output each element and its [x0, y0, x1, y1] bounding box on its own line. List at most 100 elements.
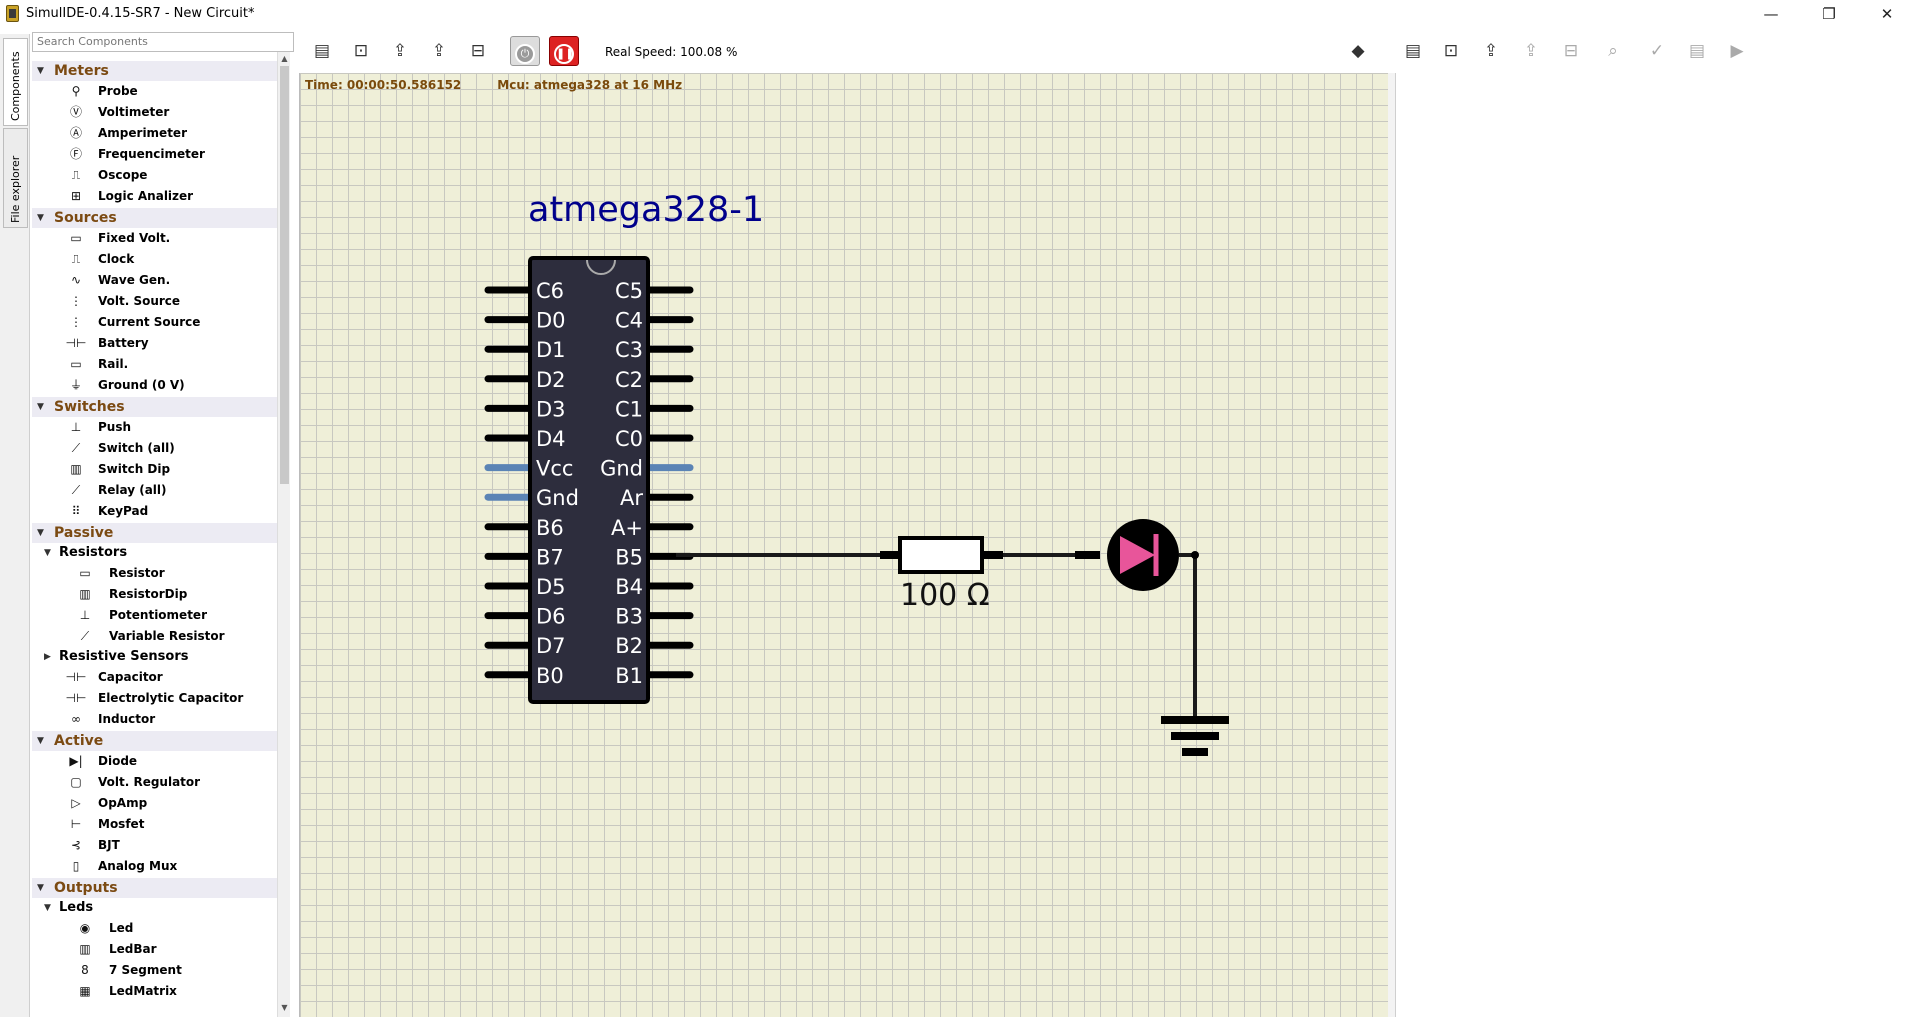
logic-analizer-icon: ⊞ [70, 189, 82, 203]
item-label: Relay (all) [98, 483, 167, 497]
list-item[interactable]: ⊣⊢ Battery [32, 333, 277, 354]
category-switches[interactable]: ▼ Switches [32, 397, 277, 417]
category-outputs[interactable]: ▼ Outputs [32, 878, 277, 898]
list-item[interactable]: ⟋ Relay (all) [32, 480, 277, 501]
scroll-up-icon[interactable]: ▲ [279, 54, 290, 66]
editor-upload-icon[interactable]: ▤ [1682, 36, 1712, 66]
editor-new-icon[interactable]: ▤ [1398, 36, 1428, 66]
item-label: Clock [98, 252, 135, 266]
editor-toolbar: ▤ ⊡ ⇪ ⇪ ⊟ ⌕ ✓ ▤ ▶ [1398, 34, 1920, 70]
minimize-button[interactable]: — [1742, 0, 1800, 28]
pin-label: D1 [536, 338, 566, 362]
list-item[interactable]: ⋮ Current Source [32, 312, 277, 333]
list-item[interactable]: ▷ OpAmp [32, 793, 277, 814]
list-item[interactable]: ⊰ BJT [32, 835, 277, 856]
list-item[interactable]: ⊥ Push [32, 417, 277, 438]
list-item[interactable]: 8 7 Segment [32, 960, 277, 981]
subcategory-resistive-sensors[interactable]: ▶ Resistive Sensors [32, 647, 277, 667]
list-item[interactable]: ▭ Resistor [32, 563, 277, 584]
bjt-icon: ⊰ [70, 838, 82, 852]
pin-label: D5 [536, 575, 566, 599]
category-meters[interactable]: ▼ Meters [32, 61, 277, 81]
components-panel: Search Components ▼ Meters ⚲ Probe Ⓥ Voltim… [30, 32, 294, 1017]
editor-save-as-icon[interactable]: ⊟ [1556, 36, 1586, 66]
list-item[interactable]: ▦ LedMatrix [32, 981, 277, 1002]
clock-icon: ⎍ [71, 252, 81, 266]
list-item[interactable]: ▯ Analog Mux [32, 856, 277, 877]
info-icon[interactable]: ◆ [1343, 36, 1373, 66]
list-item[interactable]: ▥ Switch Dip [32, 459, 277, 480]
list-item[interactable]: ▢ Volt. Regulator [32, 772, 277, 793]
list-item[interactable]: ⟋ Switch (all) [32, 438, 277, 459]
list-item[interactable]: ▭ Fixed Volt. [32, 228, 277, 249]
list-item[interactable]: ⟋ Variable Resistor [32, 626, 277, 647]
list-item[interactable]: ∞ Inductor [32, 709, 277, 730]
list-item[interactable]: ⊣⊢ Capacitor [32, 667, 277, 688]
category-passive[interactable]: ▼ Passive [32, 523, 277, 543]
save-as-icon[interactable]: ⊟ [463, 36, 493, 66]
list-item[interactable]: ⋮ Volt. Source [32, 291, 277, 312]
list-item[interactable]: ⊥ Potentiometer [32, 605, 277, 626]
list-item[interactable]: Ⓕ Frequencimeter [32, 144, 277, 165]
item-label: Probe [98, 84, 138, 98]
open-icon[interactable]: ⇪ [385, 36, 415, 66]
list-item[interactable]: ▥ ResistorDip [32, 584, 277, 605]
editor-open-icon[interactable]: ⇪ [1476, 36, 1506, 66]
pin-label: B0 [536, 664, 564, 688]
list-item[interactable]: ⊢ Mosfet [32, 814, 277, 835]
category-active[interactable]: ▼ Active [32, 731, 277, 751]
subcategory-resistors[interactable]: ▼ Resistors [32, 543, 277, 563]
maximize-button[interactable]: ❐ [1800, 0, 1858, 28]
category-sources[interactable]: ▼ Sources [32, 208, 277, 228]
amperimeter-icon: Ⓐ [69, 126, 82, 140]
list-item[interactable]: Ⓥ Voltimeter [32, 102, 277, 123]
diode-icon: ▶| [69, 754, 83, 768]
new-circuit-icon[interactable]: ▤ [307, 36, 337, 66]
list-item[interactable]: ⎍ Oscope [32, 165, 277, 186]
list-item[interactable]: Ⓐ Amperimeter [32, 123, 277, 144]
list-item[interactable]: ∿ Wave Gen. [32, 270, 277, 291]
chevron-down-icon: ▼ [37, 213, 44, 223]
new-file-icon[interactable]: ⊡ [346, 36, 376, 66]
list-item[interactable]: ◉ Led [32, 918, 277, 939]
item-label: Electrolytic Capacitor [98, 691, 244, 705]
capacitor-icon: ⊣⊢ [65, 670, 87, 684]
editor-save-icon[interactable]: ⇪ [1516, 36, 1546, 66]
editor-find-icon[interactable]: ⌕ [1598, 36, 1628, 66]
close-button[interactable]: ✕ [1858, 0, 1916, 28]
tab-file-explorer[interactable]: File explorer [3, 128, 28, 228]
pin-label: C3 [615, 338, 643, 362]
scroll-down-icon[interactable]: ▼ [279, 1003, 290, 1015]
editor-compile-icon[interactable]: ✓ [1642, 36, 1672, 66]
pin-label: B4 [615, 575, 643, 599]
pin-label: D2 [536, 368, 566, 392]
resistor[interactable] [898, 536, 984, 574]
editor-debug-icon[interactable]: ▶ [1722, 36, 1752, 66]
list-item[interactable]: ⎍ Clock [32, 249, 277, 270]
list-item[interactable]: ▶| Diode [32, 751, 277, 772]
list-item[interactable]: ⊣⊢ Electrolytic Capacitor [32, 688, 277, 709]
list-item[interactable]: ⚲ Probe [32, 81, 277, 102]
search-input[interactable]: Search Components [32, 32, 294, 52]
tab-components[interactable]: Components [3, 38, 28, 126]
panel-splitter[interactable] [1388, 73, 1395, 1017]
subcategory-leds[interactable]: ▼ Leds [32, 898, 277, 918]
list-item[interactable]: ▥ LedBar [32, 939, 277, 960]
item-label: Volt. Source [98, 294, 181, 308]
list-item[interactable]: ⊞ Logic Analizer [32, 186, 277, 207]
editor-new-file-icon[interactable]: ⊡ [1436, 36, 1466, 66]
list-item[interactable]: ⏚ Ground (0 V) [32, 375, 277, 396]
voltimeter-icon: Ⓥ [69, 105, 82, 119]
scroll-thumb[interactable] [280, 66, 289, 484]
editor-panel[interactable] [1395, 73, 1920, 1017]
circuit-canvas[interactable]: Time: 00:00:50.586152 Mcu: atmega328 at 1… [299, 73, 1388, 1017]
list-item[interactable]: ▭ Rail. [32, 354, 277, 375]
list-item[interactable]: ⠿ KeyPad [32, 501, 277, 522]
pin-label: C5 [615, 279, 643, 303]
sidebar-scrollbar[interactable]: ▲ ▼ [277, 52, 290, 1017]
electrolytic-capacitor-icon: ⊣⊢ [65, 691, 87, 705]
stop-button[interactable]: ❚❚ [549, 36, 579, 66]
save-icon[interactable]: ⇪ [424, 36, 454, 66]
wire-led-ground[interactable] [1179, 553, 1197, 723]
power-button[interactable]: ⏻ [510, 36, 540, 66]
